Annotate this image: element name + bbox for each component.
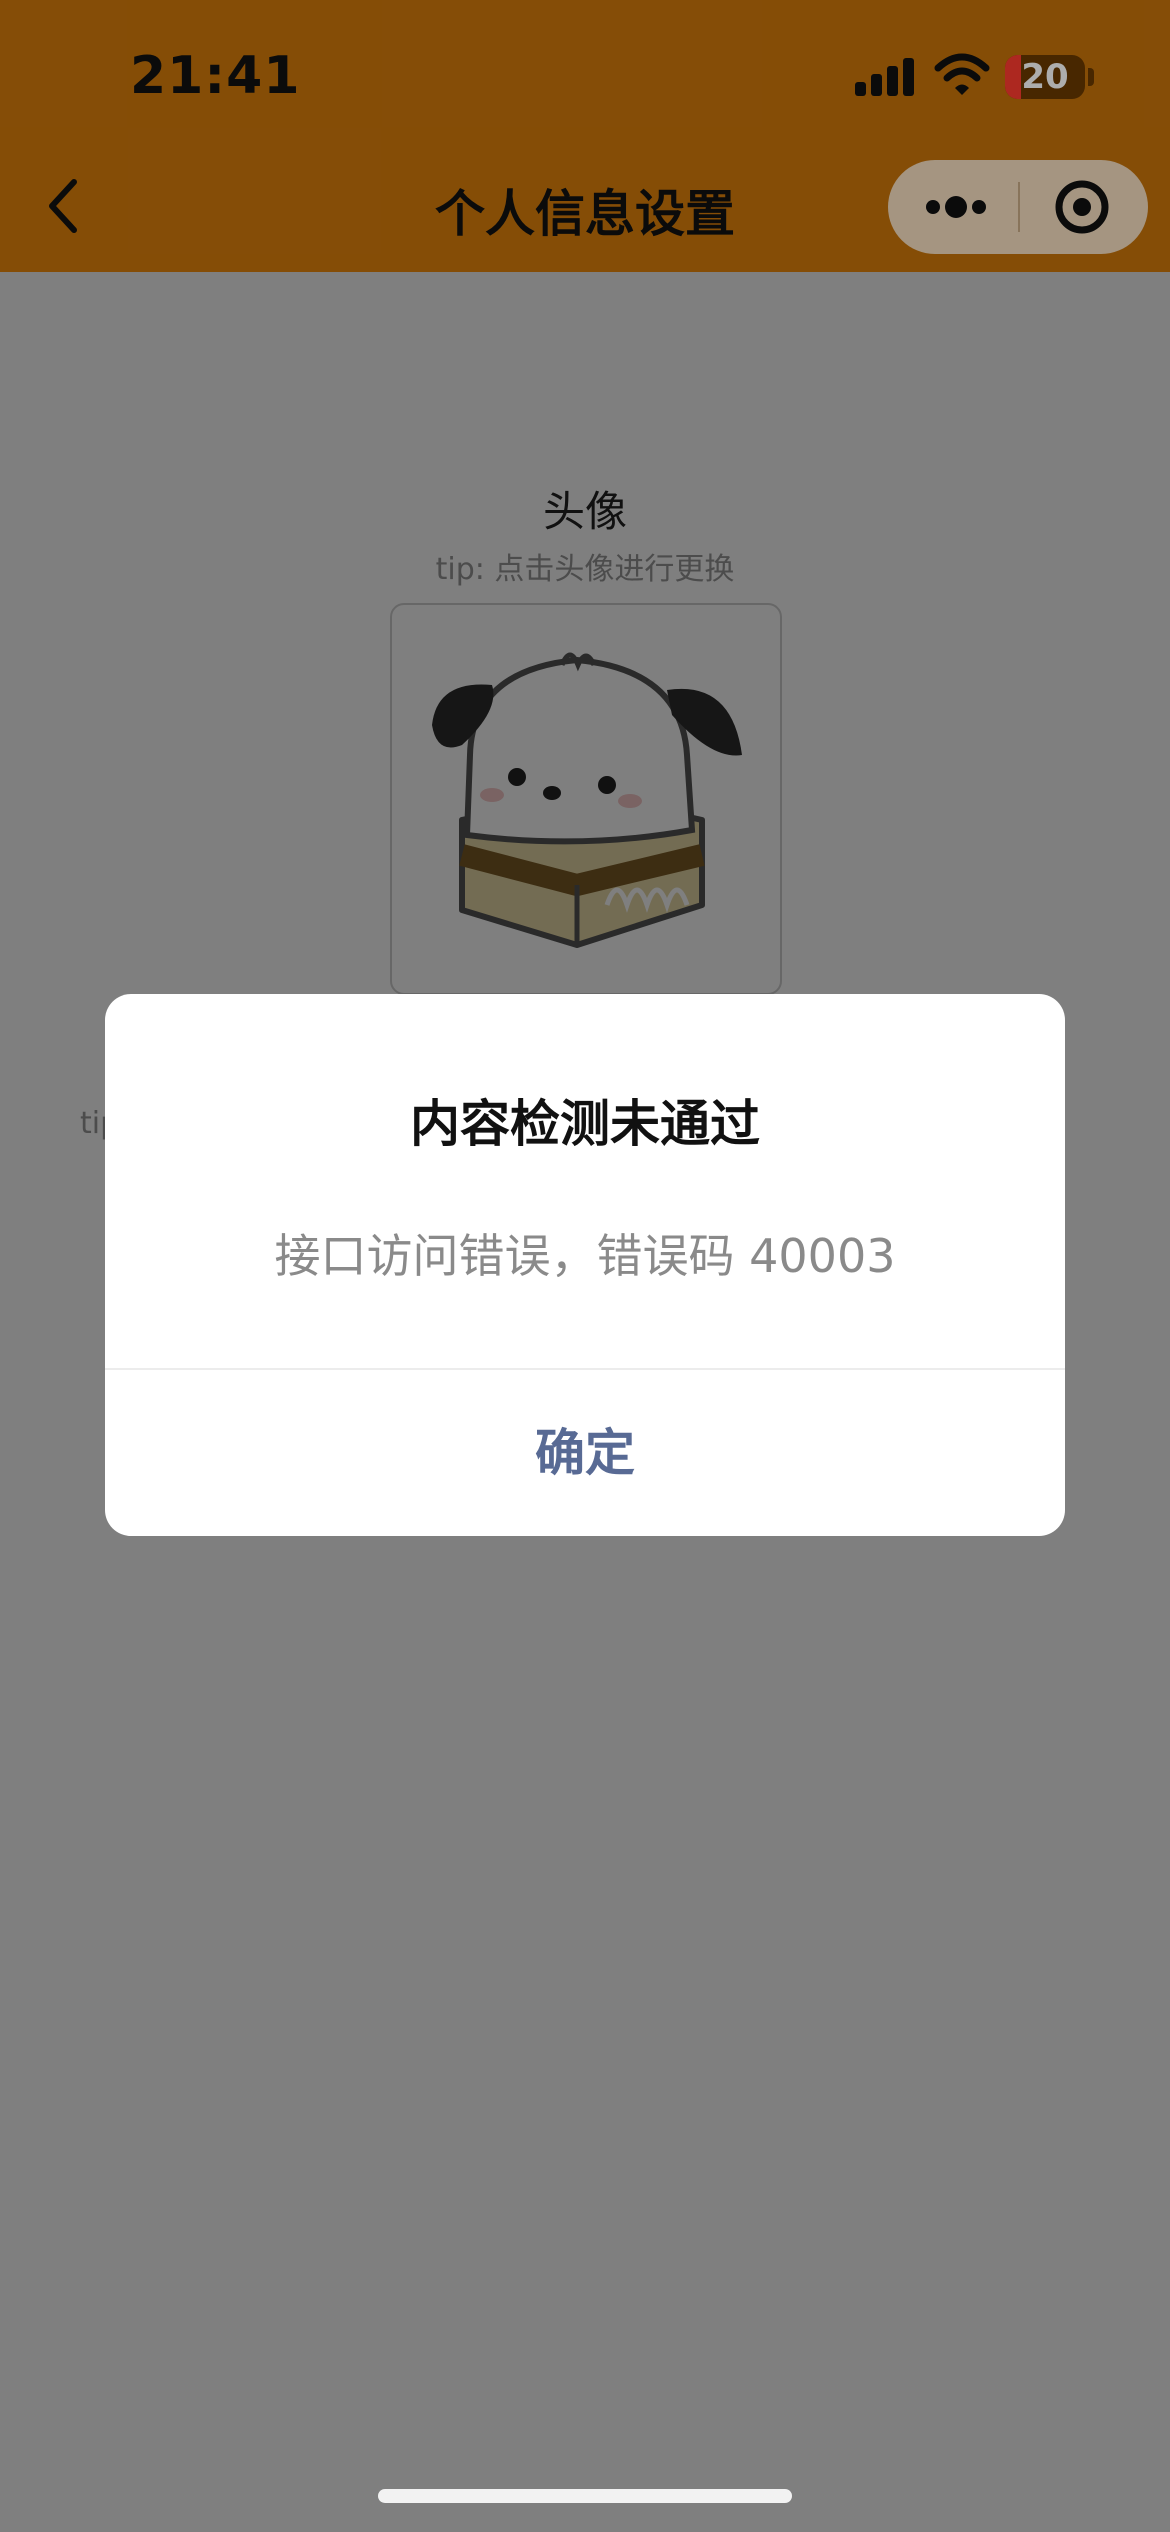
dialog-title: 内容检测未通过 <box>410 1095 760 1153</box>
content-check-dialog: 内容检测未通过 接口访问错误，错误码 40003 确定 <box>105 994 1065 1536</box>
header-modal-mask <box>0 0 1170 272</box>
confirm-button[interactable]: 确定 <box>105 1370 1065 1536</box>
dialog-message: 接口访问错误，错误码 40003 <box>274 1229 896 1283</box>
home-indicator[interactable] <box>378 2489 792 2503</box>
